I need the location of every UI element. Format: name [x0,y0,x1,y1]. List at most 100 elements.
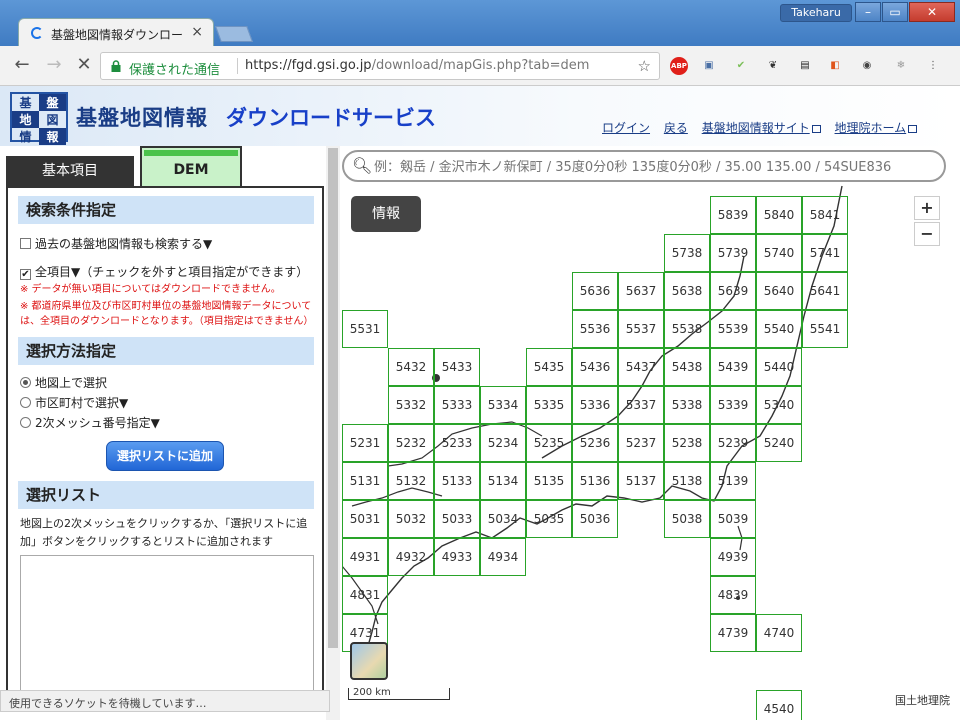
select-by-city-option[interactable]: 市区町村で選択▼ [20,395,322,411]
mesh-cell[interactable]: 5339 [710,386,756,424]
info-button[interactable]: 情報 [351,196,421,232]
past-data-checkbox[interactable] [20,238,31,249]
mesh-cell[interactable]: 5536 [572,310,618,348]
past-data-option[interactable]: 過去の基盤地図情報も検索する▼ [20,236,322,252]
evernote-icon[interactable]: ❦ [764,57,782,75]
mesh-cell[interactable]: 5540 [756,310,802,348]
abp-icon[interactable]: ABP [670,57,688,75]
stop-loading-button[interactable]: ✕ [72,54,96,75]
forward-button[interactable]: → [42,54,66,75]
mesh-cell[interactable]: 5233 [434,424,480,462]
mesh-cell[interactable]: 5336 [572,386,618,424]
mesh-cell[interactable]: 5640 [756,272,802,310]
screen-icon[interactable]: ▣ [700,57,718,75]
login-link[interactable]: ログイン [602,121,650,135]
scrollbar-thumb[interactable] [328,148,338,648]
select-by-mesh-option[interactable]: 2次メッシュ番号指定▼ [20,415,322,431]
tab-close-icon[interactable]: × [191,24,203,40]
mesh-cell[interactable]: 5741 [802,234,848,272]
snow-icon[interactable]: ❄ [892,57,910,75]
mesh-cell[interactable]: 5639 [710,272,756,310]
mesh-cell[interactable]: 5235 [526,424,572,462]
mesh-cell[interactable]: 5032 [388,500,434,538]
mesh-cell[interactable]: 5240 [756,424,802,462]
mesh-cell[interactable]: 5234 [480,424,526,462]
mesh-cell[interactable]: 5740 [756,234,802,272]
tab-dem[interactable]: DEM [140,146,242,186]
mesh-cell[interactable]: 5139 [710,462,756,500]
mesh-cell[interactable]: 5840 [756,196,802,234]
mesh-cell[interactable]: 5338 [664,386,710,424]
map-search-box[interactable]: 🔍︎ [342,150,946,182]
mesh-cell[interactable]: 5537 [618,310,664,348]
mesh-cell[interactable]: 5531 [342,310,388,348]
mesh-cell[interactable]: 5334 [480,386,526,424]
address-bar[interactable]: 保護された通信 https://fgd.gsi.go.jp/download/m… [100,52,660,80]
all-items-option[interactable]: ✔ 全項目▼（チェックを外すと項目指定ができます） [20,264,322,280]
fgd-site-link[interactable]: 基盤地図情報サイト [702,121,821,135]
mesh-cell[interactable]: 5237 [618,424,664,462]
mesh-cell[interactable]: 5439 [710,348,756,386]
mesh-cell[interactable]: 5137 [618,462,664,500]
gsi-home-link[interactable]: 地理院ホーム [835,121,918,135]
mesh-cell[interactable]: 5134 [480,462,526,500]
mesh-cell[interactable]: 5131 [342,462,388,500]
basemap-switcher-thumbnail[interactable] [350,642,388,680]
user-profile-badge[interactable]: Takeharu [780,4,852,22]
mesh-cell[interactable]: 5133 [434,462,480,500]
mesh-cell[interactable]: 5337 [618,386,664,424]
mesh-cell[interactable]: 5841 [802,196,848,234]
zoom-out-button[interactable]: − [914,222,940,246]
mesh-cell[interactable]: 4933 [434,538,480,576]
radio-city[interactable] [20,397,31,408]
mesh-cell[interactable]: 5539 [710,310,756,348]
map-search-input[interactable] [374,157,934,177]
mesh-cell[interactable]: 5340 [756,386,802,424]
mesh-cell[interactable]: 4934 [480,538,526,576]
mesh-cell[interactable]: 4932 [388,538,434,576]
mesh-cell[interactable]: 5433 [434,348,480,386]
browser-tab[interactable]: 基盤地図情報ダウンロー × [18,18,214,47]
mesh-cell[interactable]: 5436 [572,348,618,386]
map-view[interactable]: 5839 5840 5841 5738 5739 5740 5741 5636 5637 5638… [342,146,960,720]
bookmark-star-icon[interactable]: ☆ [638,57,651,75]
mesh-cell[interactable]: 5638 [664,272,710,310]
close-window-button[interactable]: ✕ [909,2,955,22]
mesh-cell[interactable]: 5038 [664,500,710,538]
mesh-cell[interactable]: 4831 [342,576,388,614]
mesh-cell[interactable]: 5238 [664,424,710,462]
add-to-list-button[interactable]: 選択リストに追加 [106,441,224,471]
mesh-cell[interactable]: 5035 [526,500,572,538]
mesh-cell[interactable]: 5332 [388,386,434,424]
mesh-cell[interactable]: 5440 [756,348,802,386]
mesh-cell[interactable]: 4540 [756,690,802,720]
new-tab-button[interactable] [215,26,253,42]
select-on-map-option[interactable]: 地図上で選択 [20,375,322,391]
minimize-button[interactable]: – [855,2,881,22]
check-icon[interactable]: ✔ [732,57,750,75]
office-icon[interactable]: ◧ [826,57,844,75]
site-logo[interactable]: 基 盤 地 図 情 報 [10,92,68,145]
back-link[interactable]: 戻る [664,121,688,135]
mesh-cell[interactable]: 5637 [618,272,664,310]
mesh-cell[interactable]: 5136 [572,462,618,500]
mesh-cell[interactable]: 5739 [710,234,756,272]
mesh-cell[interactable]: 5839 [710,196,756,234]
mesh-cell[interactable]: 5437 [618,348,664,386]
radio-mesh[interactable] [20,417,31,428]
mesh-cell[interactable]: 5034 [480,500,526,538]
mesh-cell[interactable]: 5039 [710,500,756,538]
mesh-cell[interactable]: 5636 [572,272,618,310]
mesh-cell[interactable]: 5036 [572,500,618,538]
mesh-cell[interactable]: 5335 [526,386,572,424]
mesh-cell[interactable]: 5538 [664,310,710,348]
mesh-cell[interactable]: 5232 [388,424,434,462]
mesh-cell[interactable]: 5132 [388,462,434,500]
panel-scrollbar[interactable] [326,146,340,720]
selection-list-box[interactable] [20,555,314,690]
mesh-cell[interactable]: 5239 [710,424,756,462]
mesh-cell[interactable]: 5541 [802,310,848,348]
mesh-cell[interactable]: 5236 [572,424,618,462]
mesh-cell[interactable]: 5135 [526,462,572,500]
mesh-cell[interactable]: 5333 [434,386,480,424]
